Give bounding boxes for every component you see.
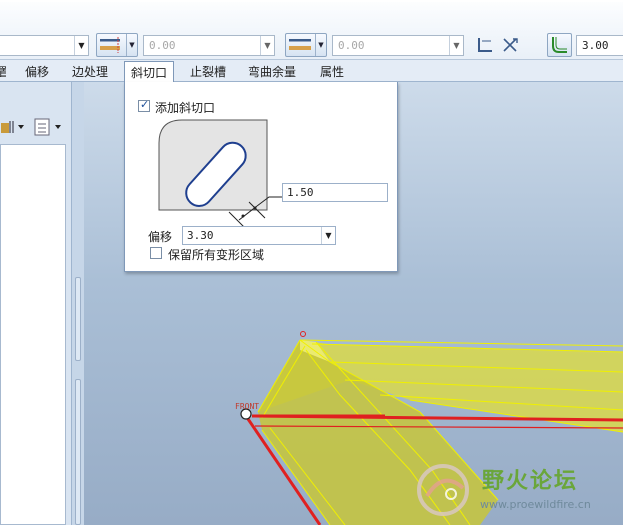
flip-direction-icon[interactable] — [501, 36, 519, 54]
model-tree-toolbar — [0, 116, 72, 136]
offset-combo[interactable]: 3.30 ▼ — [182, 226, 336, 245]
length1-value: 0.00 — [149, 39, 176, 52]
miter-preview-icon — [158, 119, 283, 228]
bend-radius-value: 3.00 — [582, 39, 609, 52]
keep-deformation-checkbox[interactable] — [150, 247, 162, 259]
tab-edge-treatment[interactable]: 边处理 — [72, 63, 108, 82]
bend-radius-icon — [552, 37, 567, 53]
datum-plane-label: FRONT — [235, 402, 260, 411]
flange-end-icon — [289, 39, 311, 50]
tab-offset[interactable]: 偏移 — [25, 63, 49, 82]
offset-label: 偏移 — [148, 230, 173, 244]
tab-miter-cuts[interactable]: 斜切口 — [124, 61, 175, 83]
keep-deformation-label: 保留所有变形区域 — [168, 248, 265, 262]
flange-side-icon — [100, 37, 120, 53]
chevron-down-icon[interactable]: ▼ — [74, 36, 88, 55]
bend-radius-button[interactable] — [547, 33, 572, 57]
tab-bend-allowance[interactable]: 弯曲余量 — [248, 63, 296, 82]
miter-width-value: 1.50 — [287, 186, 314, 199]
chevron-down-icon[interactable]: ▼ — [315, 34, 326, 56]
dashboard-toolbar: ▼ ▼ 0.00 ▼ ▼ 0.00 ▼ 3.00 — [0, 0, 623, 60]
model-tree-list[interactable] — [0, 144, 66, 525]
bend-radius-combo[interactable]: 3.00 — [576, 35, 623, 56]
toolbar-top-edge — [0, 0, 623, 2]
tree-settings-icon[interactable] — [33, 117, 67, 137]
thickness-combo[interactable]: ▼ — [0, 35, 89, 56]
forum-logo-icon — [417, 464, 469, 516]
offset-value: 3.30 — [187, 229, 214, 242]
watermark-title: 野火论坛 — [482, 469, 579, 494]
miter-cuts-panel: 添加斜切口 1.50 偏移 3.30 ▼ 保留所有变形区域 — [124, 82, 398, 272]
dashboard-tabs: 置 偏移 边处理 斜切口 止裂槽 弯曲余量 属性 — [0, 60, 623, 83]
length2-value: 0.00 — [338, 39, 365, 52]
chevron-down-icon[interactable]: ▼ — [321, 227, 335, 244]
watermark-url: www.proewildfire.cn — [480, 498, 591, 511]
flange-side-button[interactable]: ▼ — [96, 33, 138, 57]
tab-properties[interactable]: 属性 — [320, 63, 344, 82]
length1-combo[interactable]: 0.00 ▼ — [143, 35, 275, 56]
add-miter-label: 添加斜切口 — [155, 101, 216, 115]
splitter-grip[interactable] — [75, 277, 81, 361]
tree-filter-icon[interactable] — [0, 118, 26, 136]
miter-width-field[interactable]: 1.50 — [282, 183, 388, 202]
tab-relief[interactable]: 止裂槽 — [190, 63, 226, 82]
flip-side-icon[interactable] — [476, 36, 494, 54]
model-tree-panel — [0, 82, 72, 525]
splitter-grip[interactable] — [75, 379, 81, 525]
flange-end-button[interactable]: ▼ — [285, 33, 327, 57]
add-miter-checkbox[interactable] — [138, 98, 150, 112]
tab-partial-left[interactable]: 置 — [0, 63, 6, 82]
panel-splitter[interactable] — [72, 82, 84, 525]
chevron-down-icon[interactable]: ▼ — [126, 34, 137, 56]
length2-combo[interactable]: 0.00 ▼ — [332, 35, 464, 56]
chevron-down-icon[interactable]: ▼ — [449, 36, 463, 55]
chevron-down-icon[interactable]: ▼ — [260, 36, 274, 55]
